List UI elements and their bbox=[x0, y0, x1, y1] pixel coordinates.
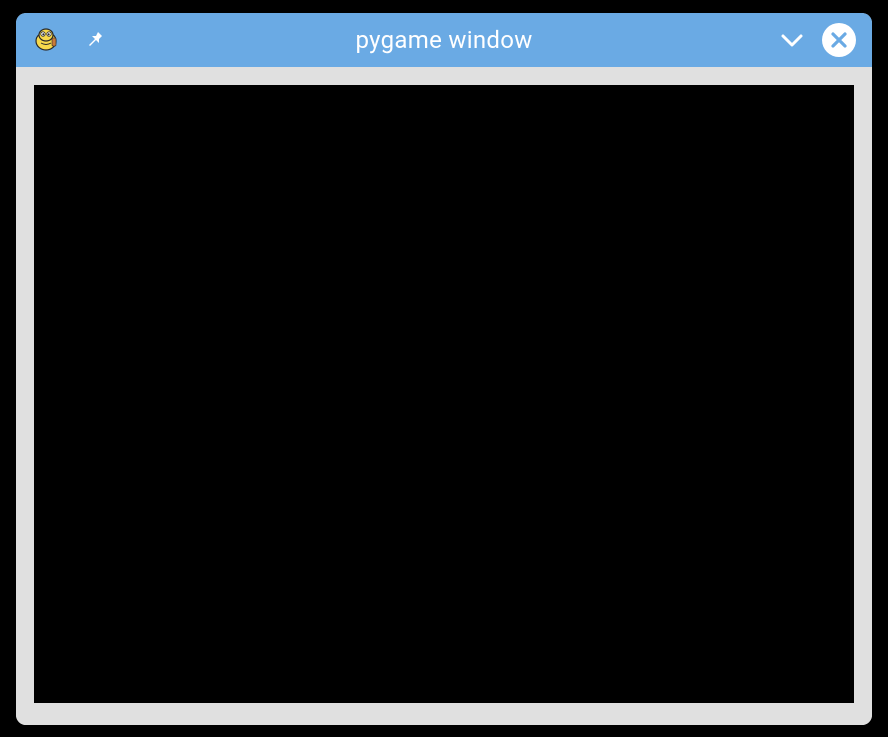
pygame-app-icon bbox=[32, 26, 60, 54]
titlebar-left-group bbox=[32, 26, 106, 54]
window-titlebar[interactable]: pygame window bbox=[16, 13, 872, 67]
close-icon bbox=[830, 31, 848, 49]
pin-icon[interactable] bbox=[84, 29, 106, 51]
minimize-button[interactable] bbox=[778, 26, 806, 54]
titlebar-right-group bbox=[778, 23, 856, 57]
application-window: pygame window bbox=[16, 13, 872, 725]
close-button[interactable] bbox=[822, 23, 856, 57]
window-title: pygame window bbox=[355, 26, 532, 54]
window-body bbox=[16, 67, 872, 725]
pygame-canvas[interactable] bbox=[34, 85, 854, 703]
